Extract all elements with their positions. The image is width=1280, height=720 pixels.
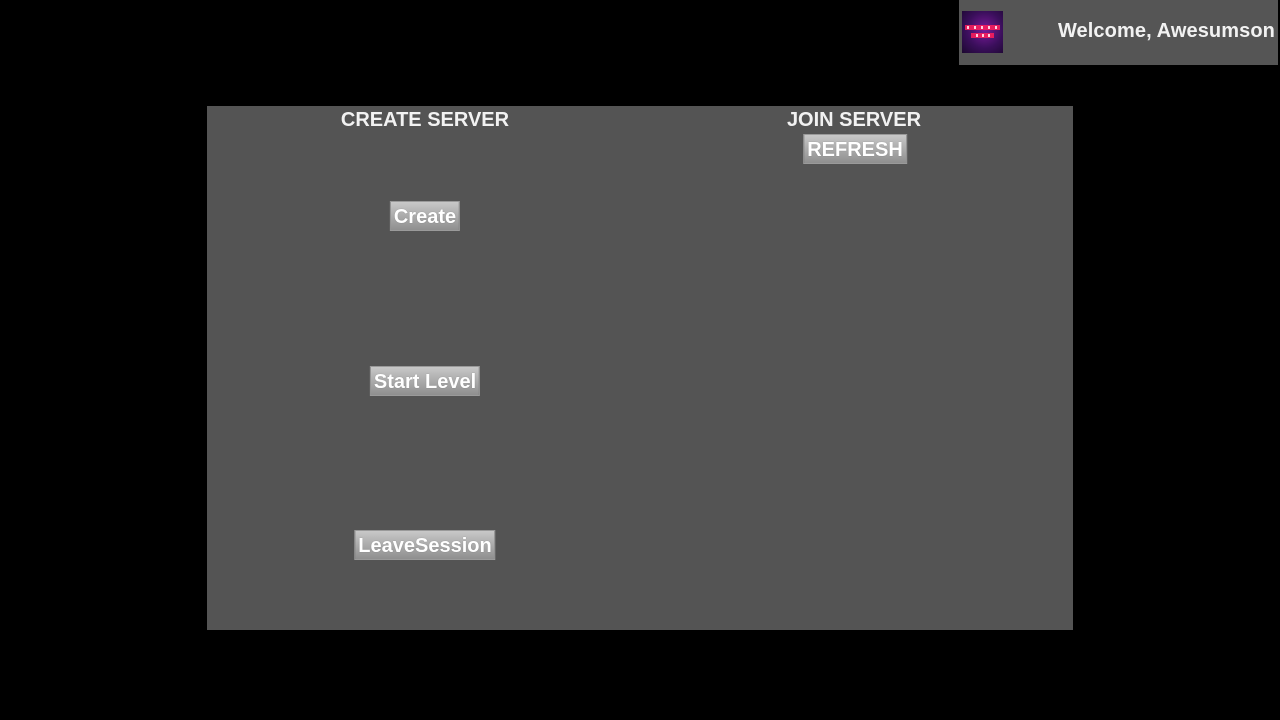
user-badge: Welcome, Awesumson — [959, 0, 1278, 65]
create-server-title: CREATE SERVER — [340, 109, 510, 131]
server-list — [640, 168, 1070, 623]
game-logo-icon — [962, 11, 1003, 53]
join-server-title: JOIN SERVER — [786, 109, 922, 131]
start-level-button[interactable]: Start Level — [369, 366, 481, 396]
leave-session-button[interactable]: LeaveSession — [354, 530, 496, 560]
refresh-button[interactable]: REFRESH — [803, 134, 907, 164]
game-screen: Welcome, Awesumson CREATE SERVER JOIN SE… — [0, 0, 1280, 720]
create-button[interactable]: Create — [389, 201, 461, 231]
welcome-text: Welcome, Awesumson — [1057, 20, 1275, 42]
multiplayer-panel: CREATE SERVER JOIN SERVER REFRESH Create… — [207, 106, 1073, 630]
